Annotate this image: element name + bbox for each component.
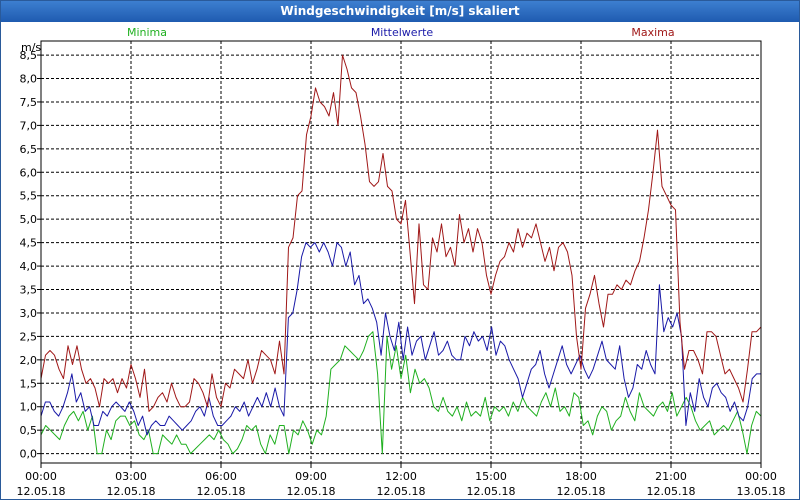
- legend-mittelwerte: Mittelwerte: [371, 26, 434, 39]
- y-tick-label: 7,0: [20, 119, 38, 132]
- x-tick-time: 18:00: [565, 470, 597, 483]
- x-tick-time: 00:00: [25, 470, 57, 483]
- y-tick-label: 7,5: [20, 96, 38, 109]
- y-tick-label: 8,0: [20, 73, 38, 86]
- legend: Minima Mittelwerte Maxima: [127, 26, 675, 39]
- y-tick-label: 1,0: [20, 401, 38, 414]
- legend-minima: Minima: [127, 26, 167, 39]
- y-tick-label: 3,0: [20, 307, 38, 320]
- x-axis-ticks: 00:00 12.05.18 03:00 12.05.18 06:00 12.05.18 0…: [17, 463, 786, 498]
- y-tick-label: 6,0: [20, 166, 38, 179]
- y-axis-ticks: 0,0 0,5 1,0 1,5 2,0 2,5 3,0 3,5 4,0 4,5 5,0 5,5 6,0 6…: [20, 49, 41, 461]
- y-tick-label: 0,5: [20, 424, 38, 437]
- x-tick-date: 13.05.18: [737, 485, 786, 498]
- x-tick-date: 12.05.18: [647, 485, 696, 498]
- x-tick-date: 12.05.18: [467, 485, 516, 498]
- y-tick-label: 0,0: [20, 448, 38, 461]
- wind-speed-chart: Minima Mittelwerte Maxima m/s 0,00,51,01…: [17, 26, 786, 498]
- x-tick-time: 21:00: [655, 470, 687, 483]
- y-tick-label: 4,5: [20, 237, 38, 250]
- x-tick-time: 12:00: [385, 470, 417, 483]
- chart-title: Windgeschwindigkeit [m/s] skaliert: [1, 1, 799, 22]
- x-tick-time: 15:00: [475, 470, 507, 483]
- chart-window: Windgeschwindigkeit [m/s] skaliert Minim…: [0, 0, 800, 500]
- y-tick-label: 2,5: [20, 330, 38, 343]
- y-tick-label: 1,5: [20, 377, 38, 390]
- y-tick-label: 3,5: [20, 284, 38, 297]
- x-tick-time: 03:00: [115, 470, 147, 483]
- x-tick-date: 12.05.18: [107, 485, 156, 498]
- x-tick-date: 12.05.18: [17, 485, 66, 498]
- legend-maxima: Maxima: [631, 26, 674, 39]
- x-tick-date: 12.05.18: [197, 485, 246, 498]
- y-tick-label: 2,0: [20, 354, 38, 367]
- x-tick-time: 06:00: [205, 470, 237, 483]
- x-tick-time: 09:00: [295, 470, 327, 483]
- y-tick-label: 5,5: [20, 190, 38, 203]
- y-tick-label: 6,5: [20, 143, 38, 156]
- x-tick-date: 12.05.18: [377, 485, 426, 498]
- x-tick-time: 00:00: [745, 470, 777, 483]
- y-tick-label: 5,0: [20, 213, 38, 226]
- y-tick-label: 8,5: [20, 49, 38, 62]
- grid: [41, 41, 761, 463]
- x-tick-date: 12.05.18: [287, 485, 336, 498]
- y-tick-label: 4,0: [20, 260, 38, 273]
- x-tick-date: 12.05.18: [557, 485, 606, 498]
